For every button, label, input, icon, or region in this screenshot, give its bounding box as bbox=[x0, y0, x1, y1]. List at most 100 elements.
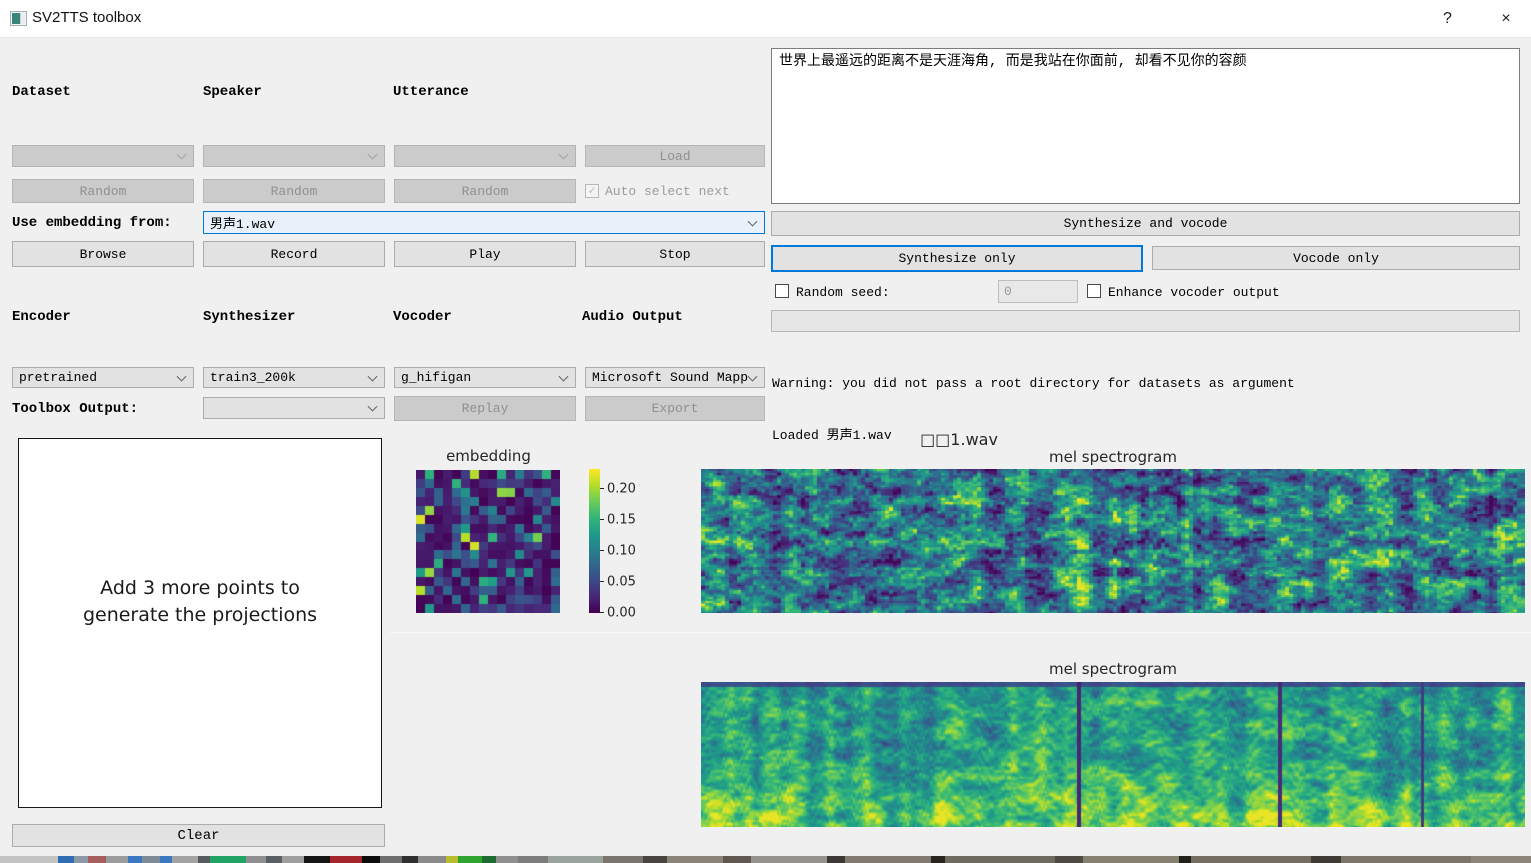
strip-segment bbox=[160, 856, 172, 863]
chevron-down-icon bbox=[368, 402, 378, 412]
synthesizer-select[interactable]: train3_200k bbox=[203, 367, 385, 388]
strip-segment bbox=[1055, 856, 1083, 863]
strip-segment bbox=[304, 856, 330, 863]
dataset-random-button[interactable]: Random bbox=[12, 179, 194, 203]
help-button[interactable]: ? bbox=[1425, 0, 1470, 37]
chevron-down-icon bbox=[368, 150, 378, 160]
strip-segment bbox=[0, 856, 58, 863]
strip-segment bbox=[496, 856, 518, 863]
auto-select-label: Auto select next bbox=[605, 184, 730, 199]
random-seed-label: Random seed: bbox=[796, 285, 890, 300]
mel-spectrogram-top-title: mel spectrogram bbox=[1013, 448, 1213, 466]
strip-segment bbox=[1191, 856, 1311, 863]
record-button[interactable]: Record bbox=[203, 241, 385, 267]
seed-input[interactable] bbox=[998, 280, 1078, 303]
mel-spectrogram-bottom-title: mel spectrogram bbox=[1013, 660, 1213, 678]
colorbar-tick-label: 0.20 bbox=[607, 482, 636, 497]
current-wav-title: □□1.wav bbox=[859, 430, 1059, 449]
strip-segment bbox=[402, 856, 418, 863]
strip-segment bbox=[751, 856, 827, 863]
strip-segment bbox=[931, 856, 945, 863]
strip-segment bbox=[845, 856, 931, 863]
strip-segment bbox=[210, 856, 246, 863]
strip-segment bbox=[380, 856, 402, 863]
clear-button[interactable]: Clear bbox=[12, 824, 385, 847]
chevron-down-icon bbox=[748, 371, 758, 381]
strip-segment bbox=[458, 856, 482, 863]
colorbar-tick bbox=[600, 550, 604, 551]
colorbar-tick-label: 0.00 bbox=[607, 606, 636, 621]
strip-segment bbox=[482, 856, 496, 863]
strip-segment bbox=[723, 856, 751, 863]
synthesizer-label: Synthesizer bbox=[203, 309, 295, 325]
strip-segment bbox=[128, 856, 142, 863]
export-button[interactable]: Export bbox=[585, 396, 765, 421]
vocoder-label: Vocoder bbox=[393, 309, 452, 325]
strip-segment bbox=[106, 856, 128, 863]
figure-divider bbox=[390, 632, 1531, 633]
strip-segment bbox=[1083, 856, 1179, 863]
strip-segment bbox=[1311, 856, 1341, 863]
colorbar-tick bbox=[600, 488, 604, 489]
embedding-heatmap bbox=[416, 470, 560, 613]
embedding-source-select[interactable]: 男声1.wav bbox=[203, 211, 765, 234]
speaker-select[interactable] bbox=[203, 145, 385, 167]
strip-segment bbox=[548, 856, 603, 863]
chevron-down-icon bbox=[177, 371, 187, 381]
strip-segment bbox=[172, 856, 198, 863]
use-embedding-label: Use embedding from: bbox=[12, 215, 172, 231]
colorbar-tick bbox=[600, 581, 604, 582]
stop-button[interactable]: Stop bbox=[585, 241, 765, 267]
strip-segment bbox=[945, 856, 1055, 863]
enhance-vocoder-label: Enhance vocoder output bbox=[1108, 285, 1280, 300]
strip-segment bbox=[603, 856, 643, 863]
vocode-only-button[interactable]: Vocode only bbox=[1152, 246, 1520, 270]
chevron-down-icon bbox=[559, 371, 569, 381]
strip-segment bbox=[282, 856, 304, 863]
strip-segment bbox=[1341, 856, 1471, 863]
auto-select-checkbox[interactable]: ✓ bbox=[585, 184, 599, 198]
chevron-down-icon bbox=[177, 150, 187, 160]
strip-segment bbox=[58, 856, 74, 863]
enhance-vocoder-checkbox[interactable] bbox=[1087, 284, 1101, 298]
strip-segment bbox=[142, 856, 160, 863]
toolbox-output-select[interactable] bbox=[203, 397, 385, 419]
colorbar-tick-label: 0.10 bbox=[607, 544, 636, 559]
utterance-random-button[interactable]: Random bbox=[394, 179, 576, 203]
dataset-label: Dataset bbox=[12, 84, 71, 100]
embedding-colorbar bbox=[589, 469, 600, 613]
window-title: SV2TTS toolbox bbox=[32, 9, 141, 26]
strip-segment bbox=[418, 856, 446, 863]
strip-segment bbox=[827, 856, 845, 863]
titlebar: SV2TTS toolbox ? × bbox=[0, 0, 1531, 38]
load-button[interactable]: Load bbox=[585, 145, 765, 167]
strip-segment bbox=[88, 856, 106, 863]
toolbox-output-label: Toolbox Output: bbox=[12, 401, 138, 417]
audio-output-label: Audio Output bbox=[582, 309, 683, 325]
play-button[interactable]: Play bbox=[394, 241, 576, 267]
utterance-select[interactable] bbox=[394, 145, 576, 167]
random-seed-checkbox[interactable] bbox=[775, 284, 789, 298]
browse-button[interactable]: Browse bbox=[12, 241, 194, 267]
dataset-select[interactable] bbox=[12, 145, 194, 167]
encoder-select[interactable]: pretrained bbox=[12, 367, 194, 388]
strip-segment bbox=[1471, 856, 1531, 863]
speaker-label: Speaker bbox=[203, 84, 262, 100]
vocoder-select[interactable]: g_hifigan bbox=[394, 367, 576, 388]
strip-segment bbox=[246, 856, 266, 863]
strip-segment bbox=[667, 856, 723, 863]
synthesize-and-vocode-button[interactable]: Synthesize and vocode bbox=[771, 211, 1520, 236]
strip-segment bbox=[198, 856, 210, 863]
projection-message: Add 3 more points to generate the projec… bbox=[18, 575, 382, 629]
app-icon bbox=[10, 11, 27, 26]
strip-segment bbox=[643, 856, 667, 863]
text-prompt-input[interactable]: 世界上最遥远的距离不是天涯海角, 而是我站在你面前, 却看不见你的容颜 bbox=[771, 48, 1520, 204]
strip-segment bbox=[518, 856, 548, 863]
speaker-random-button[interactable]: Random bbox=[203, 179, 385, 203]
synthesize-only-button[interactable]: Synthesize only bbox=[771, 245, 1143, 272]
background-window-strip bbox=[0, 856, 1531, 863]
replay-button[interactable]: Replay bbox=[394, 396, 576, 421]
close-button[interactable]: × bbox=[1481, 0, 1531, 37]
chevron-down-icon bbox=[368, 371, 378, 381]
audio-output-select[interactable]: Microsoft Sound Mapp bbox=[585, 367, 765, 388]
